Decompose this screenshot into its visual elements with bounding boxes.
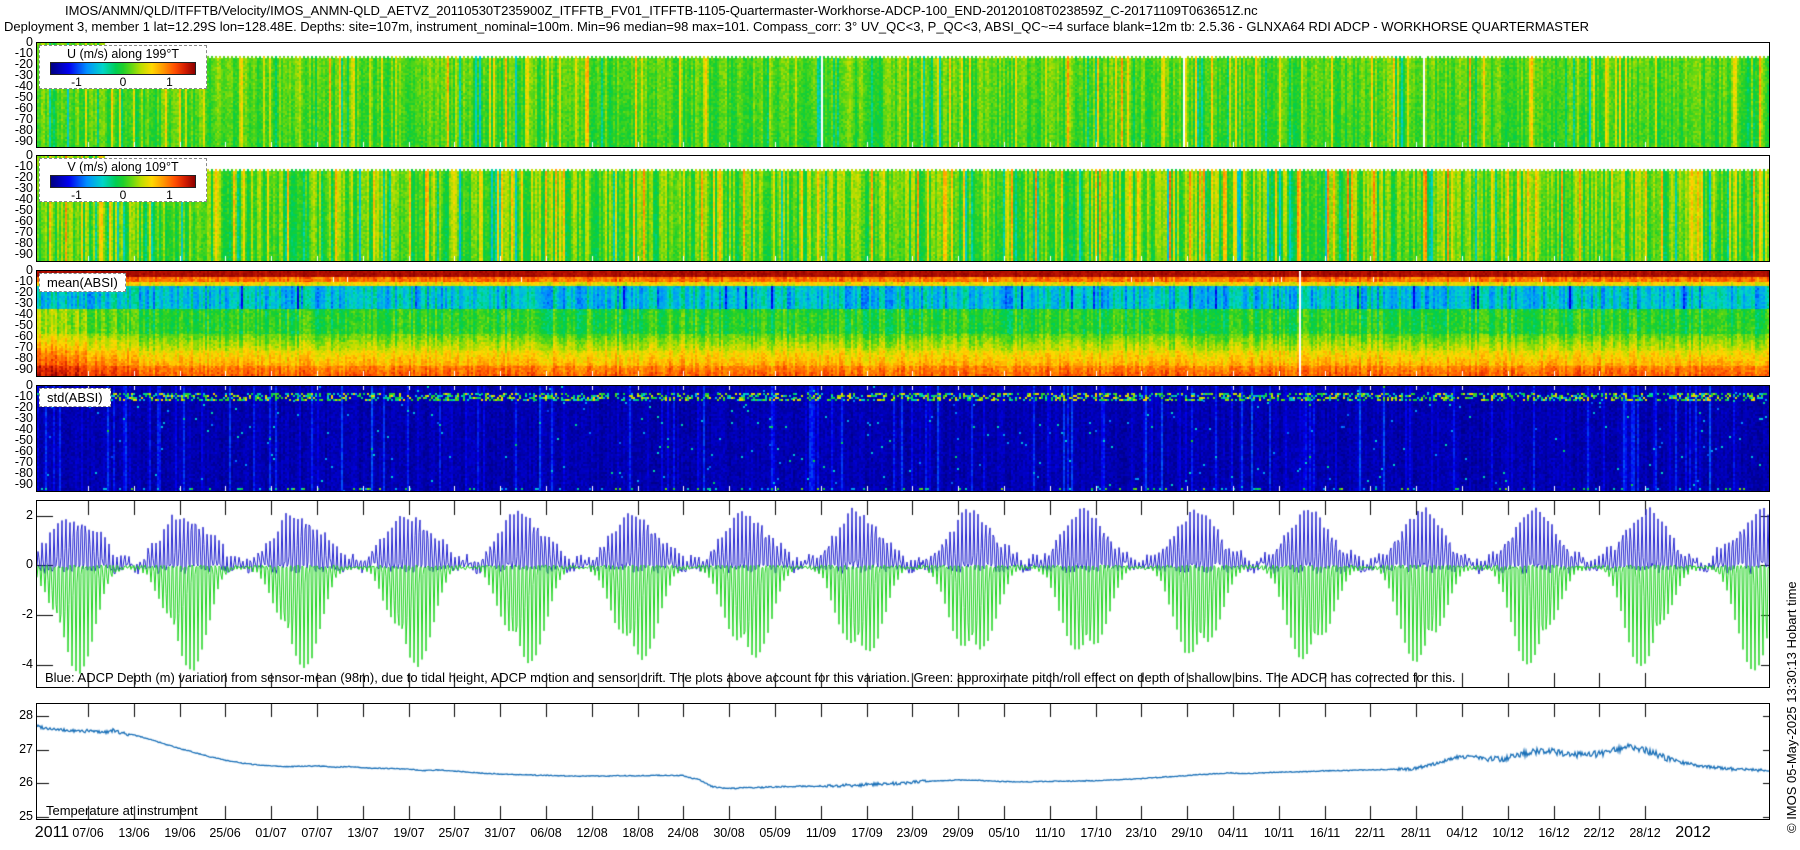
x-tick-label: 07/06	[72, 826, 104, 840]
std-absi-label: std(ABSI)	[39, 388, 111, 407]
v-legend-title: V (m/s) along 109°T	[67, 160, 179, 174]
temperature-canvas	[37, 704, 1769, 819]
colorbar-tick: -1	[71, 75, 82, 89]
x-tick-label: 10/11	[1263, 826, 1295, 840]
x-tick-label: 17/09	[851, 826, 883, 840]
depth-caption: Blue: ADCP Depth (m) variation from sens…	[45, 670, 1456, 685]
x-tick-label: 11/10	[1034, 826, 1066, 840]
x-axis-labels: 2011 2012 07/06 13/06 19/06 25/06 01/07 07/07…	[0, 824, 1800, 846]
panel-depth-variation: Blue: ADCP Depth (m) variation from sens…	[36, 500, 1770, 688]
panel-std-absi: std(ABSI)	[36, 385, 1770, 492]
y-tick-label: 28	[19, 708, 33, 722]
x-tick-label: 30/08	[713, 826, 745, 840]
y-tick-label: -4	[21, 657, 33, 671]
y-tick-label: -2	[21, 607, 33, 621]
x-tick-label: 23/10	[1125, 826, 1157, 840]
panel-u-velocity: U (m/s) along 199°T -1 0 1	[36, 42, 1770, 148]
std-absi-heatmap-canvas	[37, 386, 1769, 491]
y-tick-label: -90	[14, 134, 33, 148]
x-tick-label: 31/07	[484, 826, 516, 840]
x-tick-label: 07/07	[301, 826, 333, 840]
u-colorbar-legend: U (m/s) along 199°T -1 0 1	[39, 45, 207, 89]
y-tick-label: 26	[19, 775, 33, 789]
x-tick-label: 29/10	[1171, 826, 1203, 840]
v-heatmap-canvas	[37, 156, 1769, 261]
adcp-figure: IMOS/ANMN/QLD/ITFFTB/Velocity/IMOS_ANMN-…	[0, 0, 1800, 850]
y-tick-label: -90	[14, 362, 33, 376]
v-colorbar-gradient	[50, 175, 196, 188]
mean-absi-heatmap-canvas	[37, 271, 1769, 376]
panel-v-velocity: V (m/s) along 109°T -1 0 1	[36, 155, 1770, 262]
x-tick-label: 17/10	[1080, 826, 1112, 840]
colorbar-tick: 1	[166, 75, 173, 89]
y-tick-label: -90	[14, 477, 33, 491]
y-tick-label: -90	[14, 247, 33, 261]
x-tick-label: 13/07	[347, 826, 379, 840]
u-legend-title: U (m/s) along 199°T	[67, 47, 179, 61]
mean-absi-label: mean(ABSI)	[39, 273, 126, 292]
x-tick-label: 16/11	[1309, 826, 1341, 840]
figure-title: IMOS/ANMN/QLD/ITFFTB/Velocity/IMOS_ANMN-…	[65, 3, 1258, 18]
x-tick-label: 25/07	[438, 826, 470, 840]
v-colorbar-ticks: -1 0 1	[40, 188, 206, 202]
x-tick-label: 19/07	[393, 826, 425, 840]
u-colorbar-gradient	[50, 62, 196, 75]
x-tick-label: 06/08	[530, 826, 562, 840]
y-tick-label: 25	[19, 809, 33, 823]
figure-subtitle: Deployment 3, member 1 lat=12.29S lon=12…	[4, 19, 1589, 34]
x-tick-label: 22/12	[1583, 826, 1615, 840]
colorbar-tick: 1	[166, 188, 173, 202]
x-tick-label: 04/11	[1217, 826, 1249, 840]
x-tick-label: 23/09	[896, 826, 928, 840]
x-axis-year-start: 2011	[34, 824, 70, 841]
x-tick-label: 05/09	[759, 826, 791, 840]
colorbar-tick: 0	[119, 75, 127, 89]
depth-variation-canvas	[37, 501, 1769, 687]
panel-mean-absi: mean(ABSI)	[36, 270, 1770, 377]
copyright-vertical: © IMOS 05-May-2025 13:30:13 Hobart time	[1784, 581, 1799, 833]
x-tick-label: 04/12	[1446, 826, 1478, 840]
u-colorbar-ticks: -1 0 1	[40, 75, 206, 89]
x-tick-label: 10/12	[1492, 826, 1524, 840]
x-tick-label: 11/09	[805, 826, 837, 840]
x-tick-label: 22/11	[1354, 826, 1386, 840]
u-heatmap-canvas	[37, 43, 1769, 147]
y-tick-label: 0	[26, 557, 33, 571]
x-tick-label: 16/12	[1538, 826, 1570, 840]
v-colorbar-legend: V (m/s) along 109°T -1 0 1	[39, 158, 207, 202]
y-tick-label: 2	[26, 508, 33, 522]
x-tick-label: 29/09	[942, 826, 974, 840]
x-tick-label: 25/06	[209, 826, 241, 840]
x-tick-label: 28/12	[1629, 826, 1661, 840]
x-tick-label: 05/10	[988, 826, 1020, 840]
colorbar-tick: -1	[71, 188, 82, 202]
x-tick-label: 28/11	[1400, 826, 1432, 840]
x-tick-label: 13/06	[118, 826, 150, 840]
x-tick-label: 24/08	[667, 826, 699, 840]
x-tick-label: 18/08	[622, 826, 654, 840]
x-axis-year-end: 2012	[1675, 824, 1711, 841]
x-tick-label: 12/08	[576, 826, 608, 840]
panel-temperature: Temperature at instrument	[36, 703, 1770, 820]
x-tick-label: 19/06	[164, 826, 196, 840]
x-tick-label: 01/07	[255, 826, 287, 840]
colorbar-tick: 0	[119, 188, 127, 202]
temperature-label: Temperature at instrument	[46, 803, 198, 818]
y-tick-label: 27	[19, 742, 33, 756]
